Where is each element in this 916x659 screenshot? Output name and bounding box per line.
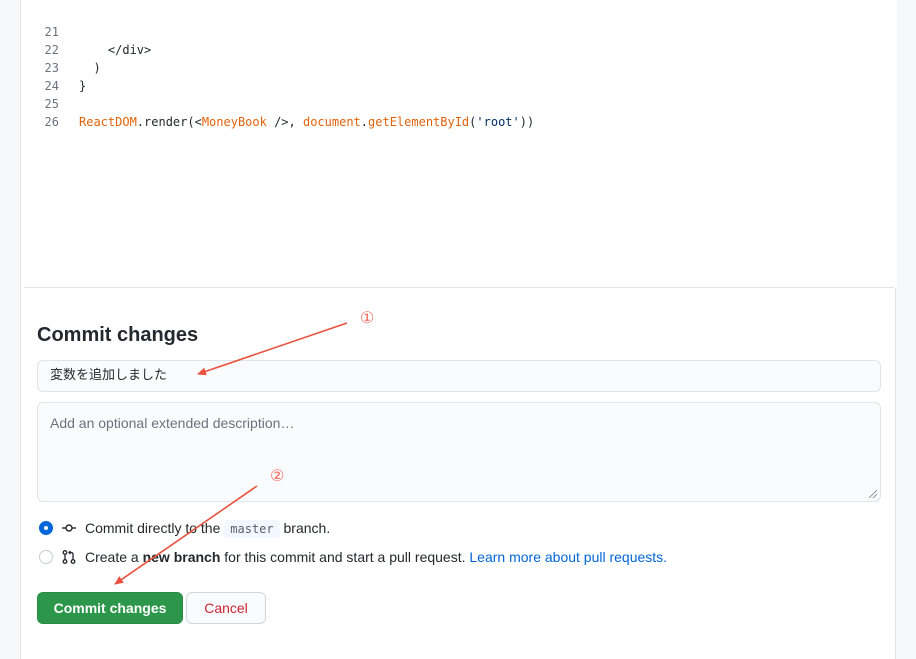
code-line: 21 </div>	[21, 5, 881, 57]
code-text: ReactDOM.render(<MoneyBook />, document.…	[79, 113, 534, 131]
resize-handle-icon[interactable]	[869, 490, 877, 498]
commit-heading: Commit changes	[37, 324, 199, 346]
code-token: document	[302, 115, 361, 129]
commit-summary-input[interactable]: 変数を追加しました	[37, 360, 881, 392]
code-line: 26	[21, 95, 881, 129]
description-placeholder: Add an optional extended description…	[50, 415, 295, 431]
new-branch-radio[interactable]	[39, 550, 53, 564]
code-token: getElementById	[368, 115, 470, 129]
code-line: 25 ReactDOM.render(<MoneyBook />, docume…	[21, 77, 881, 129]
code-token: .	[360, 115, 369, 129]
git-pull-request-icon	[62, 550, 76, 564]
new-branch-label: Create a new branch for this commit and …	[85, 547, 667, 567]
code-token: MoneyBook	[201, 115, 267, 129]
commit-direct-radio[interactable]	[39, 521, 53, 535]
annotation-label-1: ①	[360, 310, 375, 327]
code-token: .render(<	[136, 115, 202, 129]
cancel-button[interactable]: Cancel	[186, 592, 266, 624]
code-token: ))	[519, 115, 535, 129]
commit-description-textarea[interactable]: Add an optional extended description…	[37, 402, 881, 502]
code-line: 23 }	[21, 41, 881, 93]
learn-more-link[interactable]: Learn more about pull requests.	[469, 549, 667, 565]
option-text: for this commit and start a pull request…	[224, 549, 466, 565]
divider	[24, 287, 894, 288]
code-token: ReactDOM	[79, 115, 137, 129]
annotation-label-2: ②	[270, 468, 285, 485]
code-line: 22 )	[21, 23, 881, 75]
commit-changes-button[interactable]: Commit changes	[37, 592, 183, 624]
code-editor[interactable]: 21 </div> 22 ) 23 } 24 25 ReactDOM.rende…	[21, 0, 897, 288]
code-line: 24	[21, 59, 881, 93]
editor-panel: 21 </div> 22 ) 23 } 24 25 ReactDOM.rende…	[20, 0, 897, 659]
commit-direct-label: Commit directly to the master branch.	[85, 518, 330, 538]
code-token: />,	[266, 115, 303, 129]
git-commit-icon	[62, 524, 76, 532]
line-number: 26	[44, 115, 59, 129]
code-token: 'root'	[476, 115, 520, 129]
branch-name-badge: master	[224, 520, 280, 538]
option-text-bold: new branch	[142, 549, 221, 565]
option-text: branch.	[283, 520, 331, 536]
option-text: Commit directly to the	[85, 520, 221, 536]
option-text: Create a	[85, 549, 139, 565]
